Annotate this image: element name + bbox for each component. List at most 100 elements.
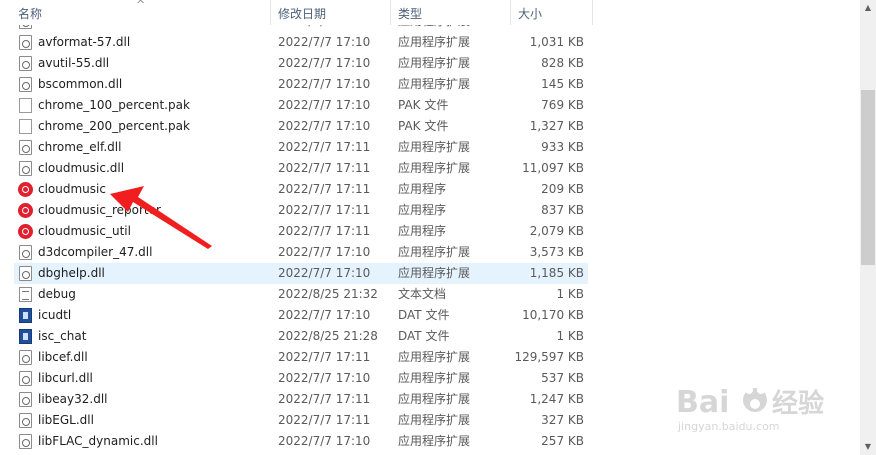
baidu-paw-logo-icon [743,386,767,412]
dat-file-icon [19,329,32,344]
dll-icon [19,245,32,260]
baidu-jingyan-watermark: Bai 经验 jingyan.baidu.com [676,385,824,433]
file-date: 2022/7/7 17:11 [278,224,371,238]
file-size: 1 KB [556,287,584,301]
watermark-brand-right: 经验 [772,388,824,419]
file-date: 2022/7/7 17:10 [278,371,371,385]
file-name: bscommon.dll [38,77,123,91]
file-date: 2022/7/7 17:10 [278,308,371,322]
file-size: 769 KB [541,98,584,112]
file-row[interactable]: libeay32.dll 2022/7/7 17:11 应用程序扩展 1,247 KB [14,389,588,410]
file-name: chrome_200_percent.pak [38,119,190,133]
file-type: DAT 文件 [398,329,450,343]
file-row[interactable]: avutil-55.dll 2022/7/7 17:10 应用程序扩展 828 KB [14,53,588,74]
file-row[interactable]: icudtl 2022/7/7 17:10 DAT 文件 10,170 KB [14,305,588,326]
file-date: 2022/7/7 17:11 [278,182,371,196]
dll-icon [19,434,32,449]
dll-icon [19,161,32,176]
column-header-date[interactable]: 修改日期 [274,0,390,25]
file-size: 3,573 KB [529,245,584,259]
file-type: 应用程序扩展 [398,161,471,175]
file-date: 2022/7/7 17:10 [278,98,371,112]
scrollbar-thumb[interactable] [861,90,875,265]
scroll-down-icon[interactable]: ▼ [860,439,876,455]
dll-icon [19,266,32,281]
column-header-size[interactable]: 大小 [514,0,592,25]
file-size: 10,170 KB [522,308,584,322]
file-row[interactable]: chrome_100_percent.pak 2022/7/7 17:10 PAK … [14,95,588,116]
file-name: icudtl [38,308,72,322]
file-row[interactable]: libcef.dll 2022/7/7 17:11 应用程序扩展 129,597 KB [14,347,588,368]
column-divider[interactable] [510,0,511,25]
file-size: 1,327 KB [529,119,584,133]
file-date: 2022/7/7 17:10 [278,35,371,49]
file-date: 2022/7/7 17:10 [278,77,371,91]
file-row[interactable]: cloudmusic_util 2022/7/7 17:11 应用程序 2,079 K… [14,221,588,242]
file-row[interactable]: bscommon.dll 2022/7/7 17:10 应用程序扩展 145 KB [14,74,588,95]
netease-app-icon [18,203,33,218]
file-name: libcurl.dll [38,371,93,385]
file-type: DAT 文件 [398,308,450,322]
column-divider[interactable] [592,0,593,25]
dat-file-icon [19,308,32,323]
file-type: 文本文档 [398,287,447,301]
column-header-type[interactable]: 类型 [394,0,510,25]
file-size: 537 KB [541,371,584,385]
watermark-url: jingyan.baidu.com [677,420,780,433]
file-name: libcef.dll [38,350,88,364]
file-row[interactable]: dbghelp.dll 2022/7/7 17:10 应用程序扩展 1,185 KB [14,263,588,284]
file-row[interactable]: avformat-57.dll 2022/7/7 17:10 应用程序扩展 1,031… [14,32,588,53]
file-size: 145 KB [541,77,584,91]
file-type: 应用程序扩展 [398,350,471,364]
dll-icon [19,392,32,407]
file-name: libEGL.dll [38,413,94,427]
file-date: 2022/7/7 17:10 [278,266,371,280]
file-name: cloudmusic.dll [38,161,125,175]
file-type: 应用程序扩展 [398,35,471,49]
file-row[interactable]: debug 2022/8/25 21:32 文本文档 1 KB [14,284,588,305]
netease-app-icon [18,182,33,197]
file-icon [19,98,32,113]
file-type: 应用程序扩展 [398,371,471,385]
file-name: libFLAC_dynamic.dll [38,434,158,448]
file-row[interactable]: chrome_elf.dll 2022/7/7 17:11 应用程序扩展 933 KB [14,137,588,158]
file-type: 应用程序扩展 [398,266,471,280]
column-divider[interactable] [270,0,271,25]
file-date: 2022/7/7 17:10 [278,434,371,448]
dll-icon [19,413,32,428]
file-row[interactable]: chrome_200_percent.pak 2022/7/7 17:10 PAK … [14,116,588,137]
file-size: 1,185 KB [529,266,584,280]
file-type: 应用程序扩展 [398,392,471,406]
file-type: 应用程序扩展 [398,56,471,70]
file-date: 2022/7/7 17:11 [278,392,371,406]
scroll-up-icon[interactable]: ▲ [860,0,876,16]
dll-icon [19,350,32,365]
column-divider[interactable] [390,0,391,25]
file-row[interactable]: libFLAC_dynamic.dll 2022/7/7 17:10 应用程序扩展 2… [14,431,588,452]
dll-icon [19,140,32,155]
file-type: 应用程序 [398,182,447,196]
annotation-arrow-icon [110,186,212,249]
file-date: 2022/7/7 17:11 [278,161,371,175]
file-row[interactable]: libcurl.dll 2022/7/7 17:10 应用程序扩展 537 KB [14,368,588,389]
file-name: avformat-57.dll [38,35,131,49]
file-row[interactable]: libEGL.dll 2022/7/7 17:11 应用程序扩展 327 KB [14,410,588,431]
file-type: 应用程序 [398,224,447,238]
file-row[interactable]: isc_chat 2022/8/25 21:28 DAT 文件 1 KB [14,326,588,347]
watermark-brand-left: Bai [676,385,729,420]
column-header-bar: 名称 ^ 修改日期 类型 大小 [0,0,860,25]
file-name: chrome_elf.dll [38,140,122,154]
file-size: 11,097 KB [522,161,584,175]
file-row[interactable]: d3dcompiler_47.dll 2022/7/7 17:10 应用程序扩展 3,… [14,242,588,263]
file-date: 2022/7/7 17:10 [278,119,371,133]
file-date: 2022/8/25 21:32 [278,287,378,301]
file-row[interactable]: cloudmusic.dll 2022/7/7 17:11 应用程序扩展 11,097… [14,158,588,179]
vertical-scrollbar[interactable]: ▲ ▼ [860,0,876,455]
file-row[interactable]: cloudmusic_reporter 2022/7/7 17:11 应用程序 837… [14,200,588,221]
dll-icon [19,56,32,71]
file-type: 应用程序 [398,203,447,217]
file-date: 2022/7/7 17:11 [278,413,371,427]
file-row[interactable]: cloudmusic 2022/7/7 17:11 应用程序 209 KB [14,179,588,200]
file-name: libeay32.dll [38,392,108,406]
file-name: debug [38,287,76,301]
